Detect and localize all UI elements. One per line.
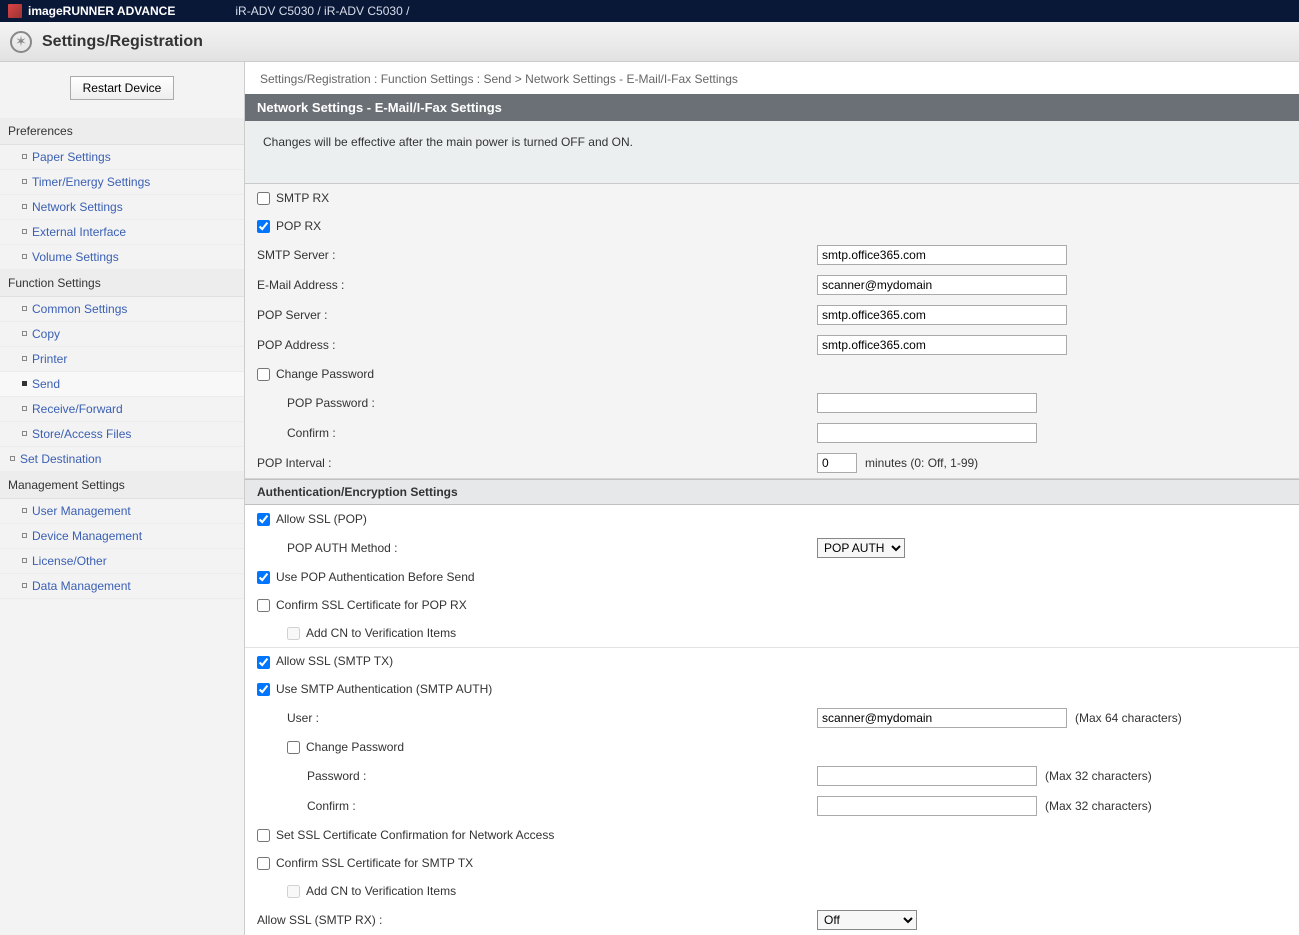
email-address-input[interactable] — [817, 275, 1067, 295]
pop-password-input[interactable] — [817, 393, 1037, 413]
allow-ssl-smtp-rx-label: Allow SSL (SMTP RX) : — [257, 913, 817, 927]
sidebar-item-network-settings[interactable]: Network Settings — [0, 195, 244, 220]
use-smtp-auth-label: Use SMTP Authentication (SMTP AUTH) — [276, 682, 492, 696]
smtp-rx-label: SMTP RX — [276, 191, 329, 205]
confirm-ssl-pop-rx-checkbox[interactable] — [257, 599, 270, 612]
smtp-confirm-input[interactable] — [817, 796, 1037, 816]
model-text: iR-ADV C5030 / iR-ADV C5030 / — [235, 4, 409, 18]
sidebar: Restart Device Preferences Paper Setting… — [0, 62, 245, 935]
sidebar-item-set-destination[interactable]: Set Destination — [0, 447, 244, 472]
smtp-rx-checkbox[interactable] — [257, 192, 270, 205]
set-ssl-cert-network-label: Set SSL Certificate Confirmation for Net… — [276, 828, 554, 842]
allow-ssl-pop-checkbox[interactable] — [257, 513, 270, 526]
sidebar-item-device-management[interactable]: Device Management — [0, 524, 244, 549]
sidebar-item-timer-energy[interactable]: Timer/Energy Settings — [0, 170, 244, 195]
add-cn-smtp-checkbox[interactable] — [287, 885, 300, 898]
add-cn-pop-label: Add CN to Verification Items — [306, 626, 456, 640]
sidebar-item-license-other[interactable]: License/Other — [0, 549, 244, 574]
sidebar-item-common-settings[interactable]: Common Settings — [0, 297, 244, 322]
smtp-password-input[interactable] — [817, 766, 1037, 786]
pop-server-input[interactable] — [817, 305, 1067, 325]
sidebar-item-copy[interactable]: Copy — [0, 322, 244, 347]
pop-auth-method-label: POP AUTH Method : — [257, 541, 817, 555]
pop-interval-hint: minutes (0: Off, 1-99) — [865, 456, 978, 470]
sidebar-section-preferences: Preferences — [0, 118, 244, 145]
email-address-label: E-Mail Address : — [257, 278, 817, 292]
change-password-checkbox[interactable] — [257, 368, 270, 381]
smtp-server-input[interactable] — [817, 245, 1067, 265]
smtp-password-hint: (Max 32 characters) — [1045, 769, 1152, 783]
pop-auth-method-select[interactable]: POP AUTH — [817, 538, 905, 558]
auth-section-title: Authentication/Encryption Settings — [245, 479, 1299, 505]
pop-interval-label: POP Interval : — [257, 456, 817, 470]
allow-ssl-smtp-tx-checkbox[interactable] — [257, 656, 270, 669]
sidebar-item-data-management[interactable]: Data Management — [0, 574, 244, 599]
use-pop-before-send-label: Use POP Authentication Before Send — [276, 570, 475, 584]
sidebar-item-paper-settings[interactable]: Paper Settings — [0, 145, 244, 170]
cube-icon — [8, 4, 22, 18]
confirm-password-label: Confirm : — [257, 426, 817, 440]
use-smtp-auth-checkbox[interactable] — [257, 683, 270, 696]
sidebar-item-printer[interactable]: Printer — [0, 347, 244, 372]
confirm-ssl-smtp-tx-checkbox[interactable] — [257, 857, 270, 870]
pop-server-label: POP Server : — [257, 308, 817, 322]
allow-ssl-smtp-tx-label: Allow SSL (SMTP TX) — [276, 654, 393, 668]
smtp-confirm-label: Confirm : — [257, 799, 817, 813]
top-bar: imageRUNNER ADVANCE iR-ADV C5030 / iR-AD… — [0, 0, 1299, 22]
smtp-user-label: User : — [257, 711, 817, 725]
sidebar-item-store-access-files[interactable]: Store/Access Files — [0, 422, 244, 447]
add-cn-smtp-label: Add CN to Verification Items — [306, 884, 456, 898]
brand-text: imageRUNNER ADVANCE — [28, 4, 175, 18]
confirm-ssl-pop-rx-label: Confirm SSL Certificate for POP RX — [276, 598, 467, 612]
sub-bar: ✶ Settings/Registration — [0, 22, 1299, 62]
content: Settings/Registration : Function Setting… — [245, 62, 1299, 935]
pop-address-input[interactable] — [817, 335, 1067, 355]
allow-ssl-smtp-rx-select[interactable]: Off — [817, 910, 917, 930]
smtp-user-hint: (Max 64 characters) — [1075, 711, 1182, 725]
sidebar-item-user-management[interactable]: User Management — [0, 499, 244, 524]
change-password-label: Change Password — [276, 367, 374, 381]
smtp-password-label: Password : — [257, 769, 817, 783]
sidebar-item-receive-forward[interactable]: Receive/Forward — [0, 397, 244, 422]
use-pop-before-send-checkbox[interactable] — [257, 571, 270, 584]
change-password-smtp-label: Change Password — [306, 740, 404, 754]
pop-rx-checkbox[interactable] — [257, 220, 270, 233]
gear-icon: ✶ — [10, 31, 32, 53]
change-password-smtp-checkbox[interactable] — [287, 741, 300, 754]
confirm-ssl-smtp-tx-label: Confirm SSL Certificate for SMTP TX — [276, 856, 473, 870]
sidebar-item-volume-settings[interactable]: Volume Settings — [0, 245, 244, 270]
allow-ssl-pop-label: Allow SSL (POP) — [276, 512, 367, 526]
pop-rx-label: POP RX — [276, 219, 321, 233]
smtp-confirm-hint: (Max 32 characters) — [1045, 799, 1152, 813]
restart-device-button[interactable]: Restart Device — [70, 76, 175, 100]
pop-interval-input[interactable] — [817, 453, 857, 473]
sidebar-item-external-interface[interactable]: External Interface — [0, 220, 244, 245]
smtp-server-label: SMTP Server : — [257, 248, 817, 262]
add-cn-pop-checkbox[interactable] — [287, 627, 300, 640]
sidebar-section-management: Management Settings — [0, 472, 244, 499]
brand: imageRUNNER ADVANCE — [8, 4, 175, 18]
panel-title: Network Settings - E-Mail/I-Fax Settings — [245, 94, 1299, 121]
smtp-user-input[interactable] — [817, 708, 1067, 728]
page-title: Settings/Registration — [42, 33, 203, 51]
breadcrumb: Settings/Registration : Function Setting… — [245, 62, 1299, 94]
pop-password-label: POP Password : — [257, 396, 817, 410]
notice-message: Changes will be effective after the main… — [245, 121, 1299, 184]
sidebar-section-function: Function Settings — [0, 270, 244, 297]
confirm-password-input[interactable] — [817, 423, 1037, 443]
sidebar-item-send[interactable]: Send — [0, 372, 244, 397]
set-ssl-cert-network-checkbox[interactable] — [257, 829, 270, 842]
pop-address-label: POP Address : — [257, 338, 817, 352]
